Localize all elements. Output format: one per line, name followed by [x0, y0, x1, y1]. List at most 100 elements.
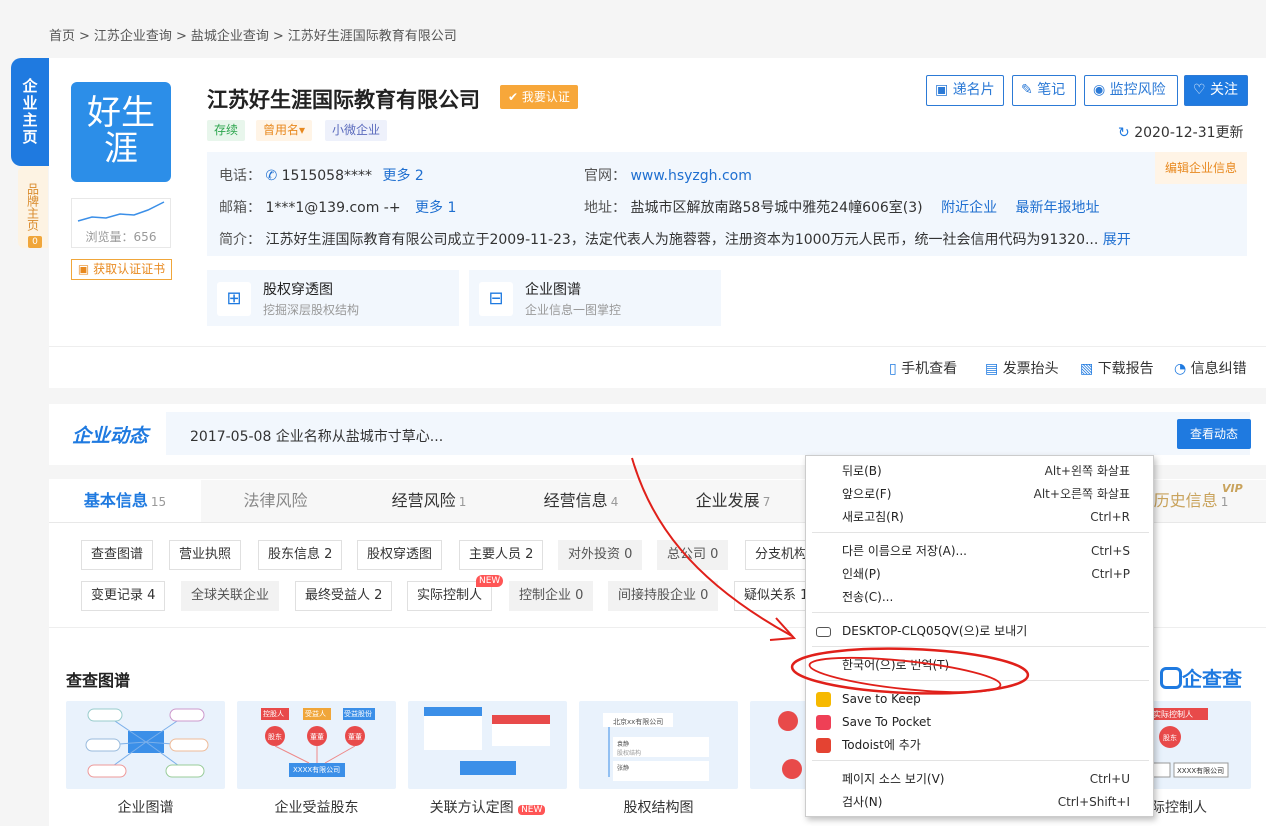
chip-graph[interactable]: 查查图谱: [81, 540, 154, 570]
thumb-caption[interactable]: 企业图谱: [66, 797, 225, 817]
menu-cast[interactable]: 전송(C)...: [806, 586, 1155, 609]
business-card-button[interactable]: ▣ 递名片: [926, 75, 1004, 106]
menu-back[interactable]: 뒤로(B) Alt+왼쪽 화살표: [806, 460, 1155, 483]
refresh-icon[interactable]: ↻: [1118, 125, 1130, 141]
phone-more-link[interactable]: 更多 2: [382, 168, 423, 184]
invoice-icon: ▤: [985, 361, 999, 377]
chip-ultimate-beneficiary[interactable]: 最终受益人 2: [295, 581, 393, 611]
enterprise-graph-card[interactable]: ⊟ 企业图谱 企业信息一图掌控: [469, 270, 721, 326]
news-title: 企业动态: [72, 425, 149, 447]
beneficiary-label: 受益股份: [344, 710, 372, 718]
email-label: 邮箱：: [219, 200, 261, 216]
breadcrumb-home[interactable]: 首页: [49, 29, 75, 44]
monitor-risk-label: 监控风险: [1109, 82, 1166, 98]
thumb-caption[interactable]: 关联方认定图 NEW: [408, 797, 567, 817]
tab-legal-risk[interactable]: 法律风险: [201, 480, 353, 522]
equity-structure-label: 股权结构: [617, 750, 642, 757]
chip-equity-penetration[interactable]: 股权穿透图: [357, 540, 443, 570]
menu-save-to-keep[interactable]: Save to Keep: [806, 688, 1155, 711]
info-correction-link[interactable]: ◔ 信息纠错: [1174, 358, 1247, 378]
edit-company-info-button[interactable]: 编辑企业信息: [1155, 152, 1247, 184]
chip-investments[interactable]: 对外投资 0: [558, 540, 643, 570]
tab-operation-risk[interactable]: 经营风险 1: [353, 480, 505, 522]
breadcrumb-jiangsu[interactable]: 江苏企业查询: [94, 29, 172, 44]
email-row: 邮箱： 1***1@139.com -+ 更多 1: [219, 197, 456, 217]
menu-send-to-device[interactable]: DESKTOP-CLQ05QV(으)로 보내기: [806, 620, 1155, 643]
thumb-beneficiary[interactable]: 控股人 受益人 受益股份 股东 董董 董董 XXXX有限公司: [237, 701, 396, 789]
certificate-icon: ▣: [77, 262, 90, 276]
thumb-caption[interactable]: 企业受益股东: [237, 797, 396, 817]
menu-item-label: 전송(C)...: [842, 590, 894, 604]
company-name: 江苏好生涯国际教育有限公司: [207, 88, 480, 112]
card-icon: ▣: [935, 82, 949, 98]
chip-controlled-companies[interactable]: 控制企业 0: [509, 581, 594, 611]
menu-add-todoist[interactable]: Todoist에 추가: [806, 734, 1155, 757]
thumb-related-party[interactable]: [408, 701, 567, 789]
menu-item-label: Save to Keep: [842, 692, 921, 706]
tab-basic-info[interactable]: 基本信息 15: [49, 480, 201, 522]
thumb-enterprise-graph[interactable]: [66, 701, 225, 789]
get-certificate-link[interactable]: ▣ 获取认证证书: [71, 259, 172, 280]
notes-button[interactable]: ✎ 笔记: [1012, 75, 1076, 106]
chip-key-personnel[interactable]: 主要人员 2: [459, 540, 544, 570]
intro-expand-link[interactable]: 展开: [1103, 232, 1131, 248]
tab-label: 经营风险: [391, 491, 456, 510]
menu-item-shortcut: Alt+왼쪽 화살표: [1044, 464, 1130, 478]
company-logo: 好生 涯: [71, 82, 171, 182]
beneficiary-label: 受益人: [305, 710, 326, 718]
website-label: 官网：: [584, 168, 626, 184]
enterprise-graph-preview: [85, 708, 209, 778]
info-correction-label: 信息纠错: [1190, 361, 1247, 377]
thumb-equity-structure[interactable]: 北京xx有限公司 袁静 股权结构 张静: [579, 701, 738, 789]
chip-headquarters[interactable]: 总公司 0: [657, 540, 729, 570]
notes-label: 笔记: [1037, 82, 1066, 98]
chip-change-records[interactable]: 变更记录 4: [81, 581, 166, 611]
follow-label: 关注: [1210, 82, 1239, 98]
chip-shareholders[interactable]: 股东信息 2: [258, 540, 343, 570]
tab-development[interactable]: 企业发展 7: [657, 480, 809, 522]
website-link[interactable]: www.hsyzgh.com: [630, 168, 751, 184]
chip-indirect-holdings[interactable]: 间接持股企业 0: [608, 581, 719, 611]
menu-save-to-pocket[interactable]: Save To Pocket: [806, 711, 1155, 734]
menu-item-label: 검사(N): [842, 795, 883, 809]
phone-row: 电话： ✆ 1515058**** 更多 2: [219, 165, 424, 185]
latest-report-address-link[interactable]: 最新年报地址: [1016, 200, 1100, 216]
menu-inspect[interactable]: 검사(N) Ctrl+Shift+I: [806, 791, 1155, 814]
tab-company-home[interactable]: 企业主页: [11, 58, 49, 166]
news-text[interactable]: 2017-05-08 企业名称从盐城市寸草心...: [190, 426, 443, 446]
view-news-button[interactable]: 查看动态: [1177, 419, 1251, 449]
note-icon: ✎: [1021, 82, 1033, 98]
beneficiary-label: 控股人: [263, 710, 284, 718]
email-more-link[interactable]: 更多 1: [415, 200, 456, 216]
menu-item-label: Todoist에 추가: [842, 738, 921, 752]
menu-view-source[interactable]: 페이지 소스 보기(V) Ctrl+U: [806, 768, 1155, 791]
chip-global-affiliates[interactable]: 全球关联企业: [181, 581, 280, 611]
download-report-link[interactable]: ▧ 下载报告: [1080, 358, 1154, 378]
tab-business-info[interactable]: 经营信息 4: [505, 480, 657, 522]
chip-license[interactable]: 营业执照: [169, 540, 242, 570]
former-name-tag[interactable]: 曾用名▾: [256, 120, 313, 141]
menu-print[interactable]: 인쇄(P) Ctrl+P: [806, 563, 1155, 586]
status-tag: 存续: [207, 120, 246, 141]
nearby-companies-link[interactable]: 附近企业: [941, 200, 997, 216]
follow-button[interactable]: ♡ 关注: [1184, 75, 1248, 106]
breadcrumb-sep: >: [79, 29, 90, 44]
equity-penetration-card[interactable]: ⊞ 股权穿透图 挖掘深层股权结构: [207, 270, 459, 326]
heart-icon: ♡: [1193, 82, 1206, 98]
menu-reload[interactable]: 새로고침(R) Ctrl+R: [806, 506, 1155, 529]
verify-button[interactable]: ✔ 我要认证: [500, 85, 578, 109]
menu-save-as[interactable]: 다른 이름으로 저장(A)... Ctrl+S: [806, 540, 1155, 563]
thumb-caption[interactable]: 股权结构图: [579, 797, 738, 817]
phone-device-icon: ▯: [889, 361, 897, 377]
menu-translate[interactable]: 한국어(으)로 번역(T): [806, 654, 1155, 677]
email-value: 1***1@139.com -+: [265, 200, 401, 216]
menu-forward[interactable]: 앞으로(F) Alt+오른쪽 화살표: [806, 483, 1155, 506]
monitor-icon: ◉: [1093, 82, 1106, 98]
address-row: 地址： 盐城市区解放南路58号城中雅苑24幢606室(3) 附近企业 最新年报地…: [584, 197, 1100, 217]
website-row: 官网： www.hsyzgh.com: [584, 165, 752, 185]
related-party-preview: [424, 707, 550, 775]
breadcrumb-yancheng[interactable]: 盐城企业查询: [191, 29, 269, 44]
invoice-header-link[interactable]: ▤ 发票抬头: [985, 358, 1059, 378]
mobile-view-link[interactable]: ▯ 手机查看: [889, 358, 957, 378]
monitor-risk-button[interactable]: ◉ 监控风险: [1084, 75, 1178, 106]
